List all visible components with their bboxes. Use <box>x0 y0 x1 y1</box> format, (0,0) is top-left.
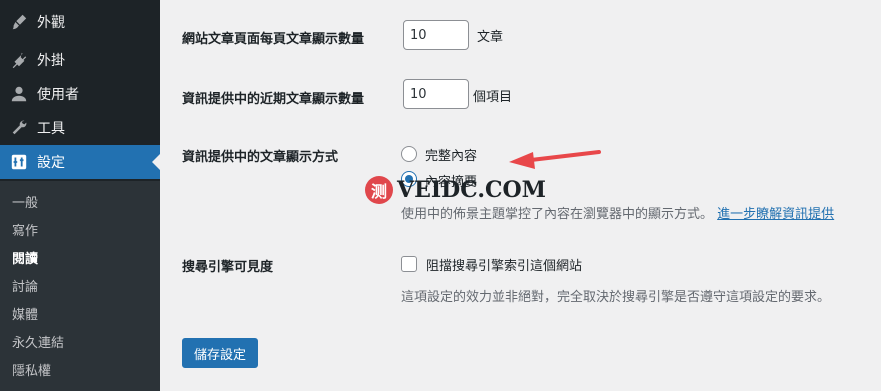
feed-items-unit: 個項目 <box>473 90 513 105</box>
posts-per-page-unit: 文章 <box>477 30 504 45</box>
watermark-logo-icon: 测 <box>365 176 393 204</box>
admin-sidebar: 外觀 外掛 使用者 工具 設定 一般 寫作 閱讀 討論 媒體 永久連結 隱私權 <box>0 0 160 391</box>
settings-form: 網站文章頁面每頁文章顯示數量 文章 資訊提供中的近期文章顯示數量 個項目 資訊提… <box>160 0 881 391</box>
submenu-item-general[interactable]: 一般 <box>12 192 38 211</box>
menu-item-plugins[interactable]: 外掛 <box>0 43 160 77</box>
menu-item-users[interactable]: 使用者 <box>0 77 160 111</box>
menu-item-settings[interactable]: 設定 <box>0 145 160 179</box>
posts-per-page-input[interactable] <box>403 20 469 50</box>
submenu-item-permalinks[interactable]: 永久連結 <box>12 332 64 351</box>
menu-label: 使用者 <box>37 87 79 103</box>
plugin-icon <box>9 50 29 70</box>
submenu-item-reading[interactable]: 閱讀 <box>12 248 38 267</box>
submenu-item-privacy[interactable]: 隱私權 <box>12 360 51 379</box>
menu-item-appearance[interactable]: 外觀 <box>0 5 160 39</box>
user-icon <box>9 84 29 104</box>
menu-label: 工具 <box>37 121 65 137</box>
settings-submenu: 一般 寫作 閱讀 討論 媒體 永久連結 隱私權 <box>0 181 160 391</box>
posts-per-page-label: 網站文章頁面每頁文章顯示數量 <box>182 32 365 47</box>
wrench-icon <box>9 118 29 138</box>
feed-items-label: 資訊提供中的近期文章顯示數量 <box>182 92 365 107</box>
full-text-radio[interactable] <box>401 146 417 162</box>
search-visibility-label: 搜尋引擎可見度 <box>182 260 274 275</box>
annotation-arrow-icon <box>509 150 601 169</box>
watermark-text: VEIDC.COM <box>397 177 547 203</box>
feed-display-description-text: 使用中的佈景主題掌控了內容在瀏覽器中的顯示方式。 <box>401 207 714 222</box>
menu-label: 外觀 <box>37 15 65 31</box>
discourage-search-label: 阻擋搜尋引擎索引這個網站 <box>426 259 583 274</box>
submenu-item-media[interactable]: 媒體 <box>12 304 38 323</box>
feed-display-description: 使用中的佈景主題掌控了內容在瀏覽器中的顯示方式。 進一步瞭解資訊提供 <box>401 203 834 222</box>
watermark: 测 VEIDC.COM <box>365 176 546 204</box>
paintbrush-icon <box>9 12 29 32</box>
menu-label: 外掛 <box>37 53 65 69</box>
menu-item-tools[interactable]: 工具 <box>0 111 160 145</box>
submenu-item-writing[interactable]: 寫作 <box>12 220 38 239</box>
discourage-search-checkbox[interactable] <box>401 256 417 272</box>
learn-more-feeds-link[interactable]: 進一步瞭解資訊提供 <box>717 207 834 222</box>
search-visibility-description: 這項設定的效力並非絕對，完全取決於搜尋引擎是否遵守這項設定的要求。 <box>401 290 831 305</box>
menu-label: 設定 <box>37 155 65 171</box>
feed-display-label: 資訊提供中的文章顯示方式 <box>182 150 339 165</box>
save-settings-button[interactable]: 儲存設定 <box>182 338 258 368</box>
submenu-item-discussion[interactable]: 討論 <box>12 276 38 295</box>
settings-icon <box>9 152 29 172</box>
feed-items-input[interactable] <box>403 79 469 109</box>
full-text-label: 完整內容 <box>425 149 478 164</box>
